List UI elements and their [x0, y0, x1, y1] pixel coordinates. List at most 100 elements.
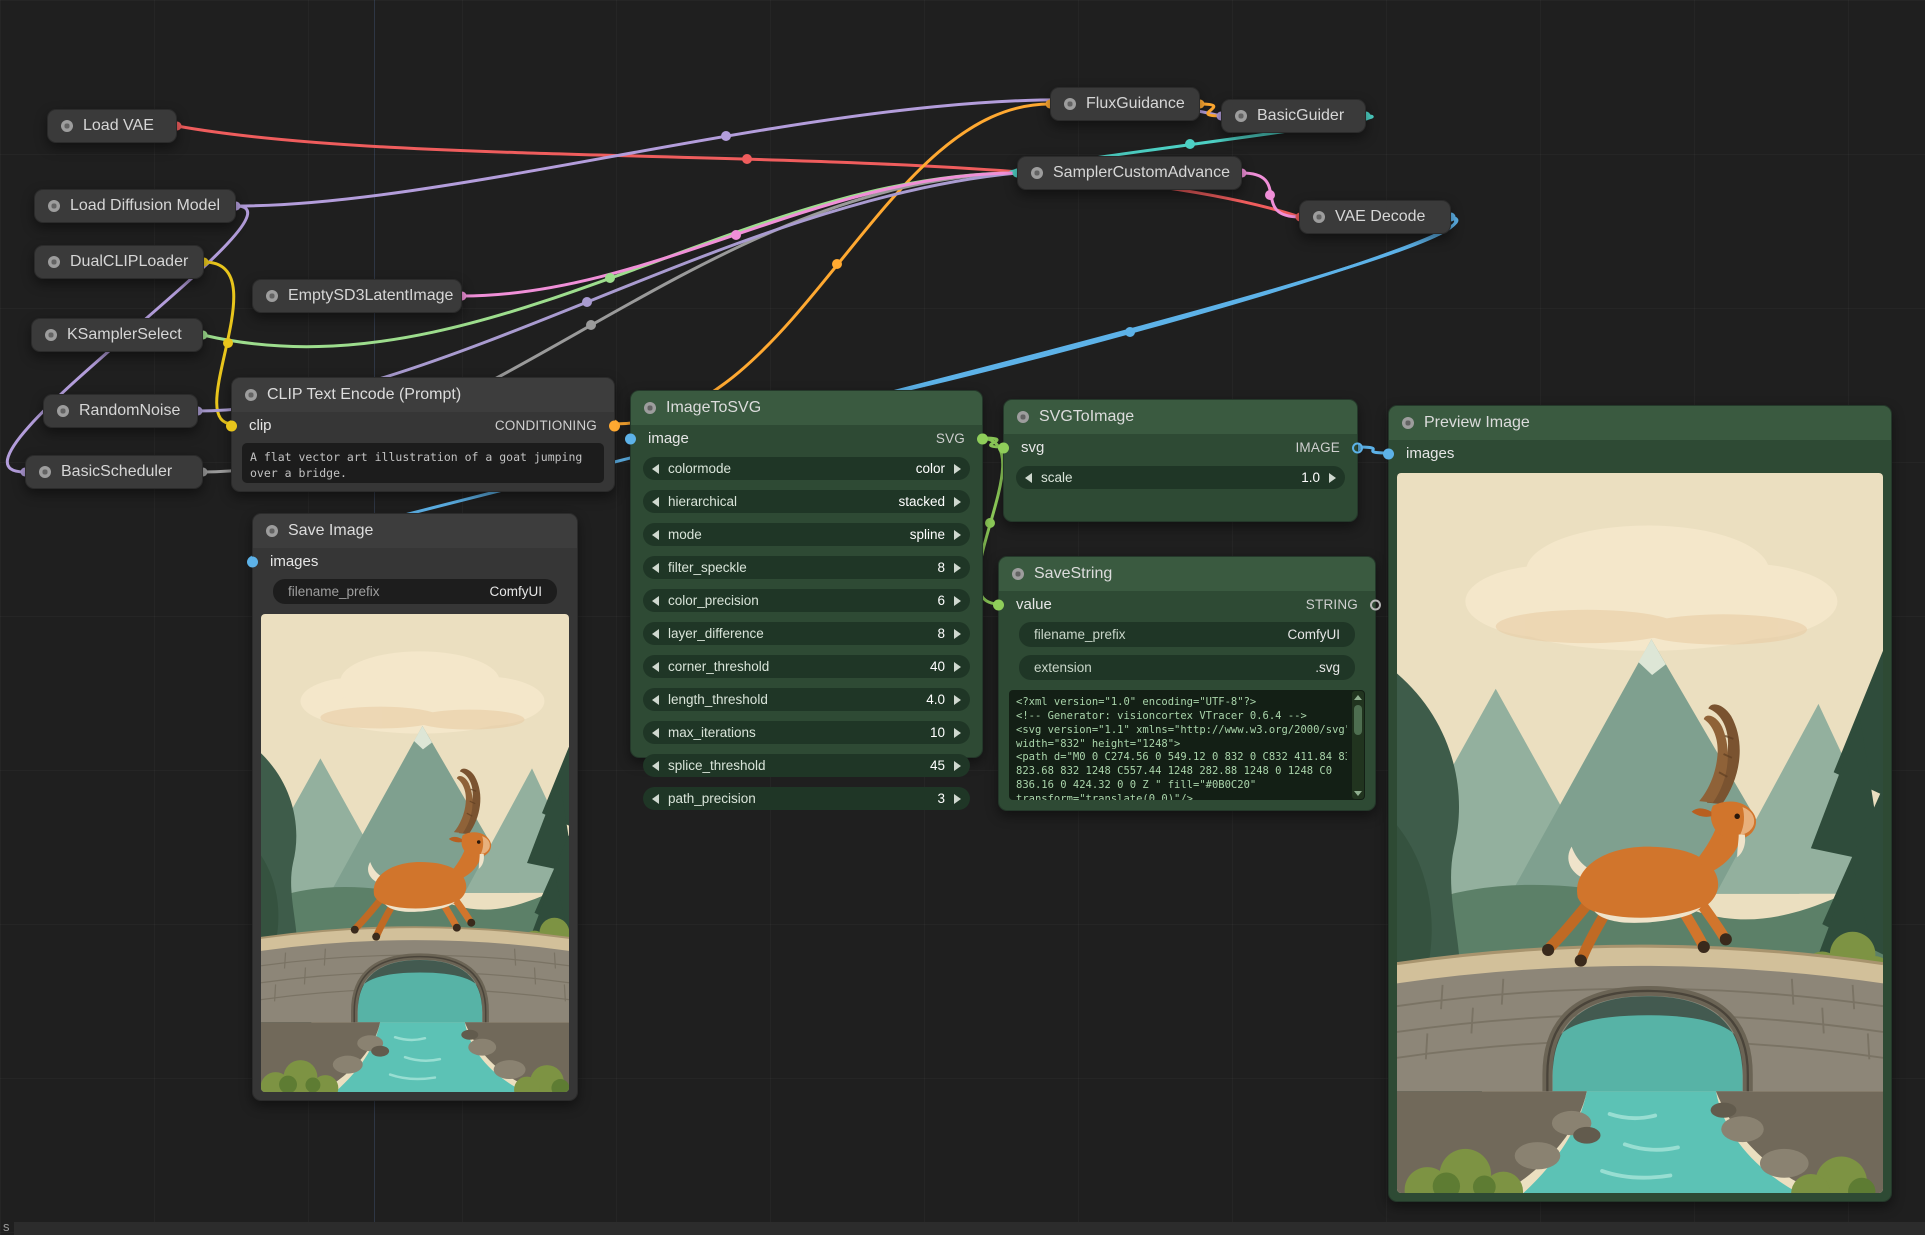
collapse-dot-icon[interactable]: [1012, 568, 1024, 580]
input-slot-images[interactable]: [1383, 448, 1394, 459]
decrement-arrow-icon[interactable]: [652, 530, 659, 540]
decrement-arrow-icon[interactable]: [652, 794, 659, 804]
decrement-arrow-icon[interactable]: [652, 695, 659, 705]
collapse-dot-icon[interactable]: [1031, 167, 1043, 179]
widget-max-iterations[interactable]: max_iterations 10: [643, 721, 970, 744]
output-slot-conditioning[interactable]: [609, 420, 620, 431]
widget-splice-threshold[interactable]: splice_threshold 45: [643, 754, 970, 777]
node-save-string[interactable]: SaveString value STRING filename_prefix …: [998, 556, 1376, 811]
node-header[interactable]: Save Image: [253, 514, 577, 548]
increment-arrow-icon[interactable]: [954, 695, 961, 705]
increment-arrow-icon[interactable]: [954, 497, 961, 507]
input-slot-images[interactable]: [247, 556, 258, 567]
collapse-dot-icon[interactable]: [57, 405, 69, 417]
node-basic-guider[interactable]: BasicGuider: [1221, 99, 1366, 133]
collapse-dot-icon[interactable]: [45, 329, 57, 341]
scrollbar-thumb[interactable]: [1354, 705, 1362, 735]
collapse-dot-icon[interactable]: [61, 120, 73, 132]
collapse-dot-icon[interactable]: [1235, 110, 1247, 122]
widget-label: colormode: [668, 461, 731, 476]
node-load-vae[interactable]: Load VAE: [47, 109, 177, 143]
node-title: DualCLIPLoader: [70, 253, 188, 271]
decrement-arrow-icon[interactable]: [652, 464, 659, 474]
decrement-arrow-icon[interactable]: [652, 761, 659, 771]
slot-label: clip: [249, 417, 272, 434]
decrement-arrow-icon[interactable]: [652, 728, 659, 738]
node-clip-text-encode[interactable]: CLIP Text Encode (Prompt) clip CONDITION…: [231, 377, 615, 492]
widget-mode[interactable]: mode spline: [643, 523, 970, 546]
widget-layer-difference[interactable]: layer_difference 8: [643, 622, 970, 645]
scroll-down-icon[interactable]: [1352, 787, 1364, 799]
increment-arrow-icon[interactable]: [954, 563, 961, 573]
textarea-scrollbar[interactable]: [1352, 691, 1364, 799]
increment-arrow-icon[interactable]: [954, 662, 961, 672]
collapse-dot-icon[interactable]: [48, 256, 60, 268]
node-dual-clip-loader[interactable]: DualCLIPLoader: [34, 245, 204, 279]
input-slot-value[interactable]: [993, 599, 1004, 610]
input-slot-image[interactable]: [625, 433, 636, 444]
node-header[interactable]: ImageToSVG: [631, 391, 982, 425]
node-flux-guidance[interactable]: FluxGuidance: [1050, 87, 1200, 121]
widget-filter-speckle[interactable]: filter_speckle 8: [643, 556, 970, 579]
node-basic-scheduler[interactable]: BasicScheduler: [25, 455, 203, 489]
widget-filename-prefix[interactable]: filename_prefix ComfyUI: [273, 579, 557, 604]
node-sampler-custom-advance[interactable]: SamplerCustomAdvance: [1017, 156, 1242, 190]
widget-path-precision[interactable]: path_precision 3: [643, 787, 970, 810]
node-empty-sd3-latent-image[interactable]: EmptySD3LatentImage: [252, 279, 462, 313]
node-header[interactable]: CLIP Text Encode (Prompt): [232, 378, 614, 412]
increment-arrow-icon[interactable]: [954, 728, 961, 738]
increment-arrow-icon[interactable]: [954, 596, 961, 606]
decrement-arrow-icon[interactable]: [652, 596, 659, 606]
increment-arrow-icon[interactable]: [954, 464, 961, 474]
widget-colormode[interactable]: colormode color: [643, 457, 970, 480]
increment-arrow-icon[interactable]: [1329, 473, 1336, 483]
collapse-dot-icon[interactable]: [1402, 417, 1414, 429]
collapse-dot-icon[interactable]: [644, 402, 656, 414]
collapse-dot-icon[interactable]: [1313, 211, 1325, 223]
decrement-arrow-icon[interactable]: [1025, 473, 1032, 483]
increment-arrow-icon[interactable]: [954, 530, 961, 540]
input-slot-svg[interactable]: [998, 442, 1009, 453]
widget-scale[interactable]: scale 1.0: [1016, 466, 1345, 489]
node-header[interactable]: SVGToImage: [1004, 400, 1357, 434]
node-random-noise[interactable]: RandomNoise: [43, 394, 198, 428]
slot-row: clip CONDITIONING: [232, 412, 614, 439]
decrement-arrow-icon[interactable]: [652, 629, 659, 639]
node-save-image[interactable]: Save Image images filename_prefix ComfyU…: [252, 513, 578, 1101]
decrement-arrow-icon[interactable]: [652, 497, 659, 507]
node-load-diffusion-model[interactable]: Load Diffusion Model: [34, 189, 236, 223]
collapse-dot-icon[interactable]: [266, 290, 278, 302]
widget-hierarchical[interactable]: hierarchical stacked: [643, 490, 970, 513]
node-header[interactable]: SaveString: [999, 557, 1375, 591]
collapse-dot-icon[interactable]: [266, 525, 278, 537]
output-slot-svg[interactable]: [977, 433, 988, 444]
decrement-arrow-icon[interactable]: [652, 662, 659, 672]
widget-length-threshold[interactable]: length_threshold 4.0: [643, 688, 970, 711]
scroll-up-icon[interactable]: [1352, 691, 1364, 703]
output-slot-image[interactable]: [1352, 442, 1363, 453]
node-preview-image[interactable]: Preview Image images: [1388, 405, 1892, 1202]
prompt-textarea[interactable]: A flat vector art illustration of a goat…: [242, 443, 604, 483]
increment-arrow-icon[interactable]: [954, 794, 961, 804]
collapse-dot-icon[interactable]: [48, 200, 60, 212]
increment-arrow-icon[interactable]: [954, 761, 961, 771]
node-canvas[interactable]: s: [0, 0, 1925, 1235]
collapse-dot-icon[interactable]: [1017, 411, 1029, 423]
widget-extension[interactable]: extension .svg: [1019, 655, 1355, 680]
node-vae-decode[interactable]: VAE Decode: [1299, 200, 1451, 234]
node-ksampler-select[interactable]: KSamplerSelect: [31, 318, 203, 352]
decrement-arrow-icon[interactable]: [652, 563, 659, 573]
widget-color-precision[interactable]: color_precision 6: [643, 589, 970, 612]
collapse-dot-icon[interactable]: [245, 389, 257, 401]
collapse-dot-icon[interactable]: [1064, 98, 1076, 110]
widget-corner-threshold[interactable]: corner_threshold 40: [643, 655, 970, 678]
node-header[interactable]: Preview Image: [1389, 406, 1891, 440]
output-slot-string[interactable]: [1370, 599, 1381, 610]
node-image-to-svg[interactable]: ImageToSVG image SVG colormode color hie…: [630, 390, 983, 758]
svg-output-textarea[interactable]: <?xml version="1.0" encoding="UTF-8"?> <…: [1009, 690, 1365, 800]
collapse-dot-icon[interactable]: [39, 466, 51, 478]
increment-arrow-icon[interactable]: [954, 629, 961, 639]
node-svg-to-image[interactable]: SVGToImage svg IMAGE scale 1.0: [1003, 399, 1358, 522]
widget-filename-prefix[interactable]: filename_prefix ComfyUI: [1019, 622, 1355, 647]
input-slot-clip[interactable]: [226, 420, 237, 431]
